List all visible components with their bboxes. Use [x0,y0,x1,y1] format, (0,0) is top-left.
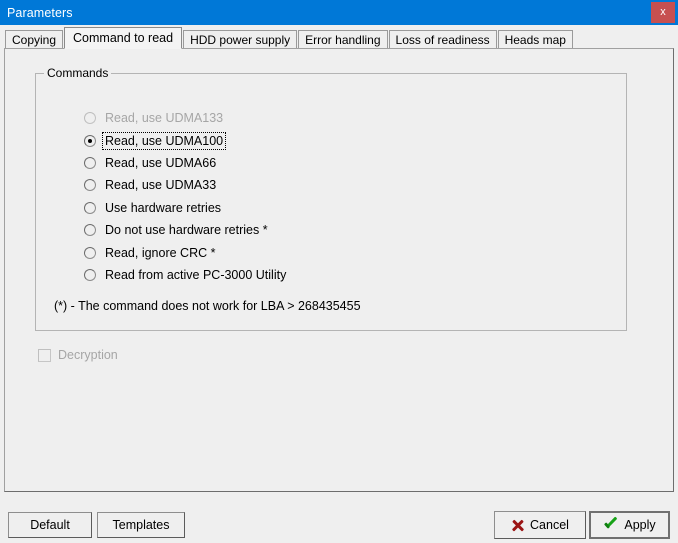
radio-option-label: Read, use UDMA33 [105,178,217,193]
radio-option-0: Read, use UDMA133 [84,107,288,129]
radio-option-label: Do not use hardware retries * [105,223,268,238]
radio-option-7[interactable]: Read from active PC-3000 Utility [84,264,288,286]
radio-button-icon [84,246,96,259]
check-mark-icon [603,519,618,532]
tab-error-handling[interactable]: Error handling [298,30,388,49]
radio-button-icon [84,224,96,237]
tab-heads-map[interactable]: Heads map [497,30,573,49]
radio-option-2[interactable]: Read, use UDMA66 [84,152,288,174]
radio-option-label: Read, use UDMA100 [101,131,227,150]
tab-copying[interactable]: Copying [5,30,64,49]
radio-button-icon [84,112,96,125]
x-mark-icon [511,519,524,532]
close-icon[interactable]: x [651,2,675,23]
apply-button-label: Apply [624,518,656,532]
radio-option-label: Read, use UDMA66 [105,155,217,170]
apply-button[interactable]: Apply [589,511,670,539]
radio-option-3[interactable]: Read, use UDMA33 [84,174,288,196]
radio-option-label: Read, use UDMA133 [105,111,224,126]
commands-footnote: (*) - The command does not work for LBA … [54,299,361,313]
radio-option-label: Use hardware retries [105,200,222,215]
radio-button-icon [84,201,96,214]
tab-page-command-to-read: Commands Read, use UDMA133 Read, use UDMA… [4,48,674,492]
commands-group-box: Commands Read, use UDMA133 Read, use UDMA… [35,66,627,331]
decryption-checkbox-row: Decryption [38,348,118,362]
radio-option-4[interactable]: Use hardware retries [84,197,288,219]
radio-button-icon [84,179,96,192]
radio-option-label: Read, ignore CRC * [105,245,216,260]
templates-button-label: Templates [112,518,170,532]
cancel-button-label: Cancel [530,518,569,532]
window-title: Parameters [7,5,73,20]
radio-option-label: Read from active PC-3000 Utility [105,267,287,282]
commands-group-label: Commands [44,66,112,80]
tab-loss-of-readiness[interactable]: Loss of readiness [388,30,497,49]
command-radio-group: Read, use UDMA133 Read, use UDMA100 Read, … [84,107,288,286]
tab-strip: Copying Command to read HDD power supply Er… [0,27,678,49]
radio-option-1[interactable]: Read, use UDMA100 [84,129,288,151]
templates-button[interactable]: Templates [97,512,185,538]
title-bar: Parameters x [0,0,678,25]
radio-option-5[interactable]: Do not use hardware retries * [84,219,288,241]
radio-button-icon [84,134,96,147]
default-button-label: Default [30,518,70,532]
radio-button-icon [84,268,96,281]
cancel-button[interactable]: Cancel [494,511,586,539]
radio-button-icon [84,156,96,169]
radio-option-6[interactable]: Read, ignore CRC * [84,241,288,263]
tab-hdd-power-supply[interactable]: HDD power supply [183,30,298,49]
checkbox-icon [38,348,51,362]
decryption-label: Decryption [58,348,118,362]
tab-command-to-read[interactable]: Command to read [64,27,183,49]
default-button[interactable]: Default [8,512,92,538]
